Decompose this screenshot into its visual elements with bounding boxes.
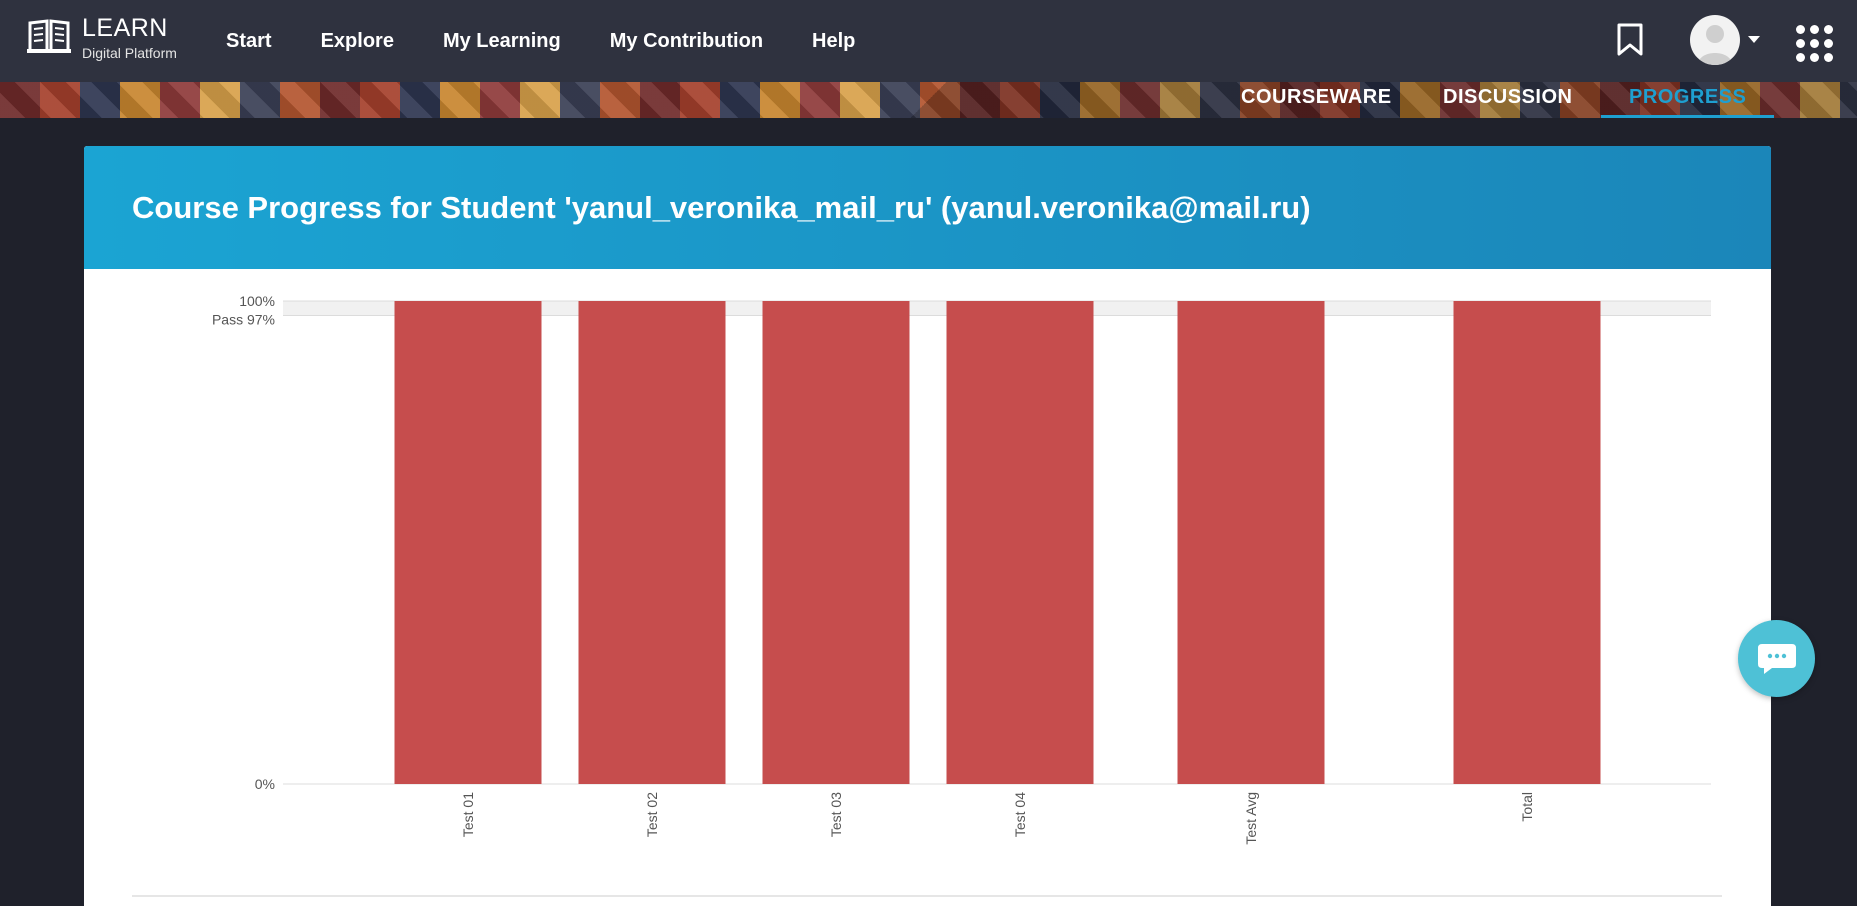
nav-my-contribution[interactable]: My Contribution <box>610 30 763 53</box>
x-tick-label: Total <box>1519 792 1535 822</box>
chevron-down-icon[interactable] <box>1748 36 1760 43</box>
tab-courseware[interactable]: COURSEWARE <box>1241 82 1392 118</box>
top-navbar: LEARN Digital Platform Start Explore My … <box>0 0 1857 82</box>
x-tick-label: Test 02 <box>644 792 660 837</box>
tab-discussion[interactable]: DISCUSSION <box>1443 82 1572 118</box>
logo[interactable]: LEARN Digital Platform <box>26 16 177 60</box>
user-silhouette-icon <box>1698 25 1732 65</box>
page-title: Course Progress for Student 'yanul_veron… <box>132 189 1311 225</box>
nav-explore[interactable]: Explore <box>321 30 394 53</box>
open-book-icon <box>26 17 72 60</box>
bar-test-02 <box>578 301 726 784</box>
x-tick-label: Test 03 <box>828 792 844 837</box>
chat-button[interactable] <box>1738 620 1815 697</box>
bar-test-01 <box>394 301 542 784</box>
bar-test-04 <box>946 301 1094 784</box>
bookmark-icon[interactable] <box>1616 23 1644 62</box>
logo-title: LEARN <box>82 14 168 42</box>
progress-chart: Test 01 Test 02 Test 03 Test 04 Test Avg Tota… <box>84 269 1771 906</box>
avatar[interactable] <box>1690 15 1740 65</box>
nav-start[interactable]: Start <box>226 30 272 53</box>
bar-test-avg <box>1177 301 1325 784</box>
course-tabs: COURSEWARE DISCUSSION PROGRESS <box>0 82 1857 118</box>
chat-bubble-icon <box>1757 643 1796 674</box>
main-nav: Start Explore My Learning My Contributio… <box>226 0 904 82</box>
card-divider <box>132 895 1722 897</box>
apps-grid-icon[interactable] <box>1796 25 1833 62</box>
x-tick-label: Test 04 <box>1012 792 1028 837</box>
x-tick-label: Test 01 <box>460 792 476 837</box>
y-tick-label: 0% <box>255 776 275 792</box>
bar-total <box>1453 301 1601 784</box>
bar-test-03 <box>762 301 910 784</box>
nav-my-learning[interactable]: My Learning <box>443 30 561 53</box>
progress-chart-svg: Test 01 Test 02 Test 03 Test 04 Test Avg Tota… <box>212 293 1711 845</box>
tab-progress[interactable]: PROGRESS <box>1601 82 1775 118</box>
nav-help[interactable]: Help <box>812 30 855 53</box>
x-tick-label: Test Avg <box>1243 792 1259 845</box>
y-tick-label: Pass 97% <box>212 311 275 327</box>
y-tick-label: 100% <box>239 293 275 309</box>
logo-subtitle: Digital Platform <box>82 45 177 61</box>
progress-card: Course Progress for Student 'yanul_veron… <box>84 146 1771 906</box>
card-header: Course Progress for Student 'yanul_veron… <box>84 146 1771 269</box>
